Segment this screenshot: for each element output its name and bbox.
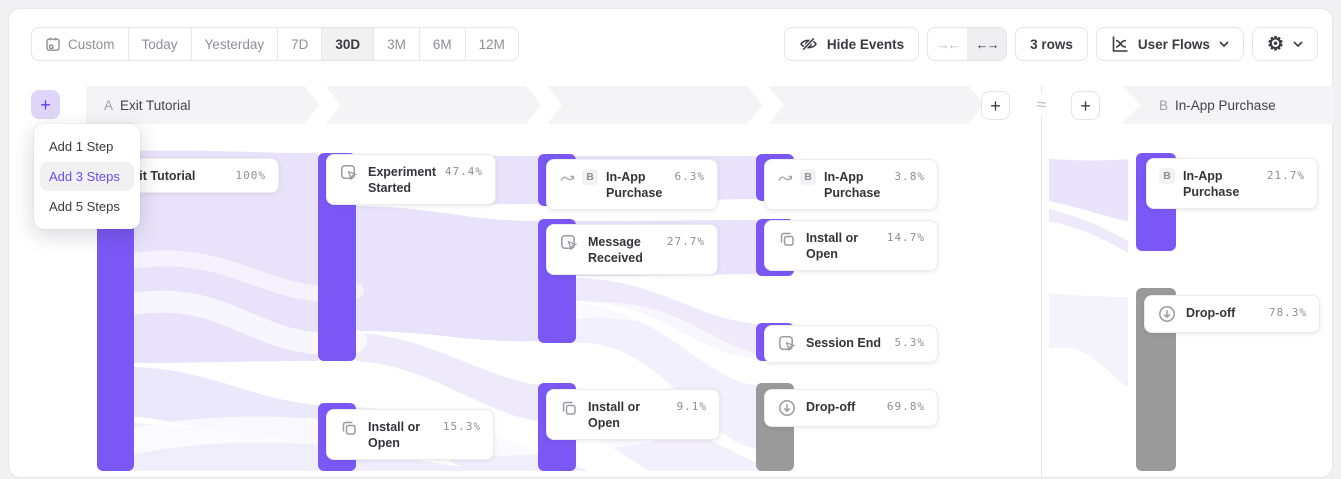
node-card-install-or-open-2[interactable]: Install or Open 9.1%: [546, 389, 720, 440]
click-event-icon: [559, 233, 579, 253]
date-range-selector: Custom Today Yesterday 7D 30D 3M 6M 12M: [31, 27, 519, 61]
collapse-columns-button[interactable]: →←: [928, 28, 967, 60]
drop-off-icon: [1157, 304, 1177, 324]
flow-b-badge: B: [800, 169, 816, 185]
date-range-custom[interactable]: Custom: [32, 28, 129, 60]
chevron-down-icon: [1219, 41, 1229, 47]
date-range-6m[interactable]: 6M: [420, 28, 466, 60]
node-card-in-app-purchase-b[interactable]: B In-App Purchase 21.7%: [1146, 158, 1318, 209]
flow-b-badge: B: [1159, 168, 1175, 184]
node-card-drop-off-1[interactable]: Drop-off 69.8%: [764, 389, 938, 427]
node-card-session-end[interactable]: Session End 5.3%: [764, 325, 938, 363]
date-range-yesterday[interactable]: Yesterday: [192, 28, 279, 60]
view-selector-button[interactable]: User Flows: [1096, 27, 1244, 61]
date-range-label: Custom: [68, 37, 115, 52]
install-or-open-icon: [559, 398, 579, 418]
date-range-3m[interactable]: 3M: [374, 28, 420, 60]
drop-off-icon: [777, 398, 797, 418]
user-flows-report: Custom Today Yesterday 7D 30D 3M 6M 12M …: [8, 8, 1333, 478]
add-step-button-left[interactable]: +: [31, 90, 60, 119]
node-card-install-or-open-1[interactable]: Install or Open 15.3%: [326, 409, 494, 460]
step-segment-2: [326, 86, 542, 124]
flow-continues-icon: [777, 170, 794, 190]
date-range-12m[interactable]: 12M: [466, 28, 518, 60]
flow-badge-b: B: [1159, 98, 1168, 113]
node-card-install-or-open-3[interactable]: Install or Open 14.7%: [764, 220, 938, 271]
node-card-message-received[interactable]: Message Received 27.7%: [546, 224, 718, 275]
node-card-experiment-started[interactable]: Experiment Started 47.4%: [326, 154, 496, 205]
eye-off-icon: [799, 35, 818, 53]
add-step-button-flow-a[interactable]: +: [981, 91, 1010, 120]
step-segment-1: A Exit Tutorial: [86, 86, 320, 124]
user-flows-icon: [1111, 35, 1129, 53]
node-card-in-app-purchase-2[interactable]: B In-App Purchase 3.8%: [764, 159, 938, 210]
calendar-icon: [45, 36, 61, 52]
date-range-30d[interactable]: 30D: [322, 28, 374, 60]
flow-b-badge: B: [582, 169, 598, 185]
add-steps-menu: Add 1 Step Add 3 Steps Add 5 Steps: [34, 124, 140, 229]
rows-button[interactable]: 3 rows: [1015, 27, 1088, 61]
toolbar: Custom Today Yesterday 7D 30D 3M 6M 12M …: [31, 27, 1318, 61]
menu-item-add-1-step[interactable]: Add 1 Step: [40, 132, 134, 161]
panel-divider: [1041, 86, 1042, 479]
gear-icon: ⚙: [1267, 35, 1284, 54]
approx-divider-symbol: ≈: [1031, 94, 1052, 116]
settings-button[interactable]: ⚙: [1252, 27, 1318, 61]
click-event-icon: [339, 163, 359, 183]
install-or-open-icon: [777, 229, 797, 249]
hide-events-button[interactable]: Hide Events: [784, 27, 919, 61]
date-range-7d[interactable]: 7D: [278, 28, 322, 60]
node-card-in-app-purchase-1[interactable]: B In-App Purchase 6.3%: [546, 159, 718, 210]
flow-badge-a: A: [104, 98, 113, 113]
menu-item-add-5-steps[interactable]: Add 5 Steps: [40, 192, 134, 221]
menu-item-add-3-steps[interactable]: Add 3 Steps: [40, 162, 134, 191]
step-header-band-b: B In-App Purchase: [1121, 86, 1334, 124]
flow-continues-icon: [559, 170, 576, 190]
flow-title-b: In-App Purchase: [1175, 98, 1276, 113]
click-event-icon: [777, 334, 797, 354]
chevron-down-icon: [1293, 41, 1303, 47]
step-segment-3: [547, 86, 763, 124]
node-card-drop-off-b[interactable]: Drop-off 78.3%: [1144, 295, 1320, 333]
expand-columns-button[interactable]: ←→: [967, 28, 1006, 60]
date-range-today[interactable]: Today: [129, 28, 192, 60]
step-header-band-a: A Exit Tutorial: [86, 86, 984, 124]
flow-title-a: Exit Tutorial: [120, 98, 191, 113]
step-segment-4: [769, 86, 985, 124]
column-width-toggle: →← ←→: [927, 27, 1007, 61]
add-step-button-flow-b[interactable]: +: [1071, 91, 1100, 120]
install-or-open-icon: [339, 418, 359, 438]
